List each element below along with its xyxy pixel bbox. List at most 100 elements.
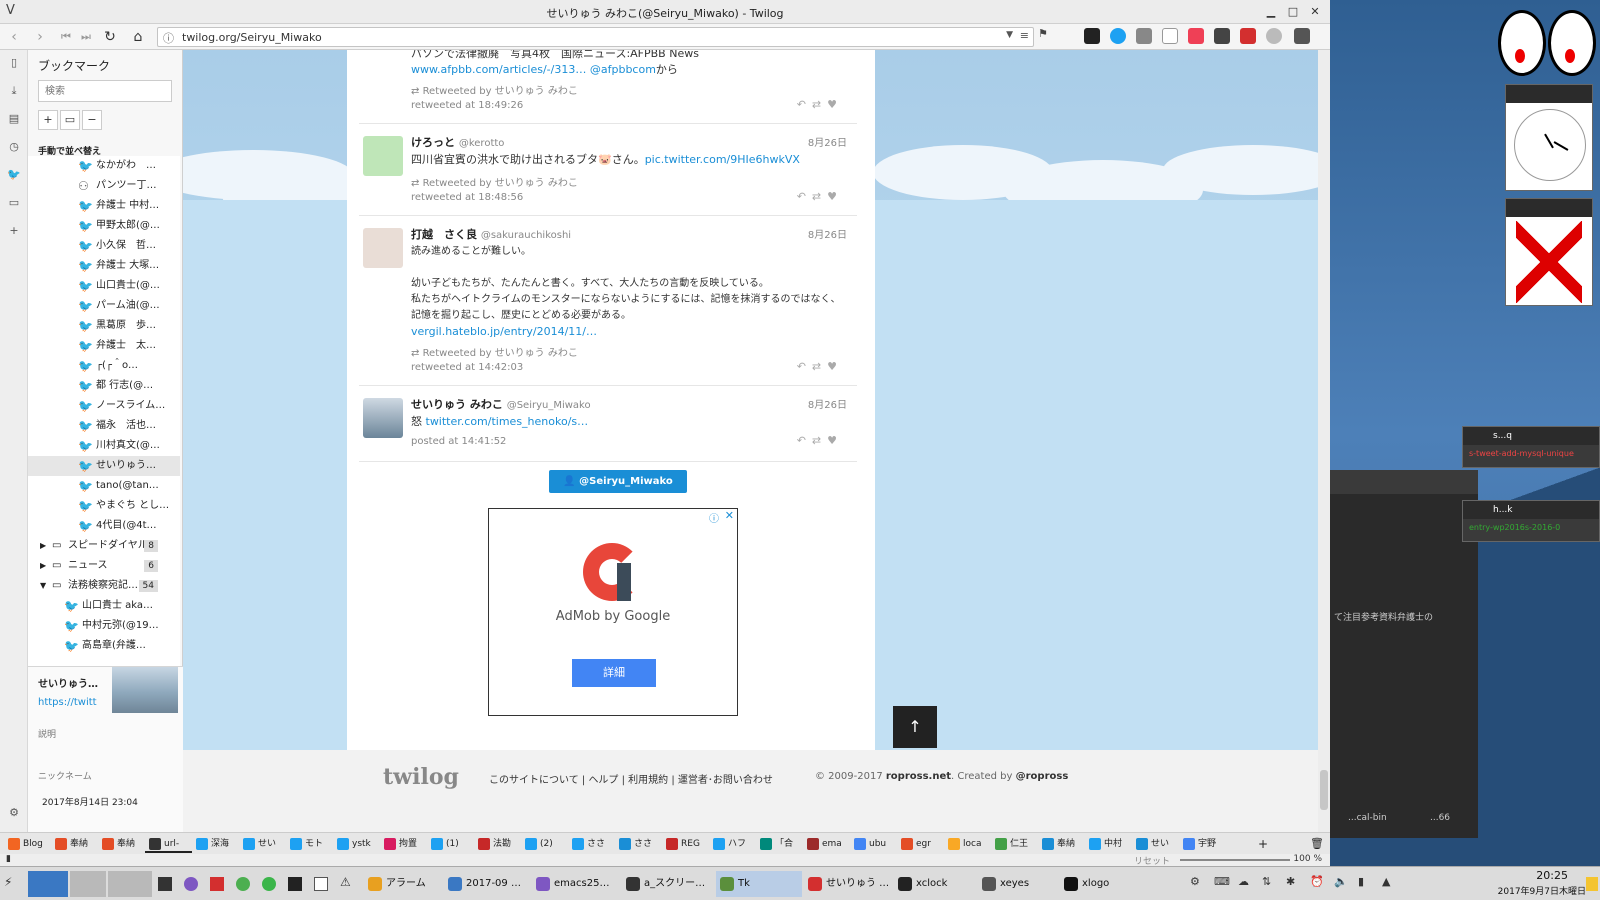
- browser-tab[interactable]: 宇野: [1179, 835, 1226, 853]
- add-panel-icon[interactable]: +: [5, 222, 23, 240]
- reply-icon[interactable]: ↶: [797, 360, 812, 373]
- dropdown-icon[interactable]: ▼: [1006, 30, 1013, 40]
- chevron-right-icon[interactable]: ▶: [40, 556, 46, 576]
- settings-gear-icon[interactable]: ⚙: [5, 804, 23, 822]
- browser-tab[interactable]: egr: [897, 835, 944, 853]
- bookmark-folder[interactable]: ▼ ▭ 法務検察宛記… 54: [28, 576, 180, 596]
- reader-view-icon[interactable]: ≡: [1020, 29, 1029, 42]
- address-bar[interactable]: ⓘ twilog.org/Seiryu_Miwako ▼ ≡: [157, 27, 1034, 47]
- remove-bookmark-button[interactable]: −: [82, 110, 102, 130]
- home-icon[interactable]: ⌂: [128, 27, 148, 47]
- launcher-icon[interactable]: [288, 877, 302, 891]
- tweet-date[interactable]: 8月26日: [808, 226, 847, 241]
- bookmark-folder[interactable]: ▶ ▭ ニュース 6: [28, 556, 180, 576]
- xclock-titlebar[interactable]: [1506, 85, 1592, 103]
- window-title[interactable]: s...q: [1463, 427, 1599, 445]
- keyboard-icon[interactable]: ⌨: [1214, 875, 1230, 888]
- close-icon[interactable]: ✕: [1306, 3, 1324, 21]
- bookmark-item[interactable]: 🐦 中村元弥(@19…: [28, 616, 180, 636]
- ad-info-icon[interactable]: ⓘ: [709, 510, 719, 525]
- tweet-author[interactable]: けろっと @kerotto: [411, 134, 504, 150]
- battery-icon[interactable]: ▮: [1358, 875, 1364, 888]
- bookmark-item[interactable]: 🐦 せいりゅう…: [28, 456, 180, 476]
- reload-icon[interactable]: ↻: [100, 27, 120, 47]
- pocket-icon[interactable]: [1188, 28, 1204, 44]
- browser-tab[interactable]: ささ: [615, 835, 662, 853]
- site-link[interactable]: ropross.net: [886, 771, 951, 782]
- bookmark-item[interactable]: 🐦 弁護士 中村…: [28, 196, 180, 216]
- launcher-icon[interactable]: ⚠: [340, 875, 351, 889]
- browser-tab[interactable]: 奉納: [51, 835, 98, 853]
- emacs-launcher-icon[interactable]: [184, 877, 198, 891]
- footer-link-about[interactable]: このサイトについて: [489, 775, 579, 786]
- tweet-time[interactable]: retweeted at 18:49:26: [411, 100, 523, 111]
- bookmark-item[interactable]: 🐦 小久保 哲…: [28, 236, 180, 256]
- browser-tab[interactable]: せい: [1132, 835, 1179, 853]
- bookmark-item[interactable]: 🐦 ┌(┌＾o…: [28, 356, 180, 376]
- bookmark-item[interactable]: 🐦 都 行志(@…: [28, 376, 180, 396]
- reply-icon[interactable]: ↶: [797, 98, 812, 111]
- tweet-link[interactable]: pic.twitter.com/9HIe6hwkVX: [645, 153, 800, 166]
- browser-tab[interactable]: Blog: [4, 835, 51, 853]
- bookmark-item[interactable]: 🐦 福永 活也…: [28, 416, 180, 436]
- rewind-icon[interactable]: ⏮: [56, 27, 76, 47]
- ad-details-button[interactable]: 詳細: [572, 659, 656, 687]
- terminal-window[interactable]: s...q s-tweet-add-mysql-unique: [1462, 426, 1600, 468]
- retweet-action-icon[interactable]: ⇄: [812, 98, 827, 111]
- workspace-2[interactable]: [70, 871, 106, 897]
- tray-arrow-icon[interactable]: ▲: [1382, 875, 1390, 888]
- bookmark-item[interactable]: 🐦 高島章(弁護…: [28, 636, 180, 656]
- bin-label[interactable]: ...cal-bin: [1348, 813, 1387, 823]
- site-info-icon[interactable]: ⓘ: [163, 30, 174, 46]
- forward-icon[interactable]: ›: [30, 27, 50, 47]
- ad-close-icon[interactable]: ✕: [725, 509, 734, 522]
- notes-icon[interactable]: ▤: [5, 110, 23, 128]
- browser-tab[interactable]: 仁王: [991, 835, 1038, 853]
- tweet-time[interactable]: retweeted at 18:48:56: [411, 192, 523, 203]
- trash-icon[interactable]: 🗑: [1310, 835, 1324, 853]
- scrollbar-thumb[interactable]: [1320, 770, 1328, 810]
- author-link[interactable]: @ropross: [1016, 771, 1069, 782]
- browser-tab[interactable]: url-: [145, 835, 192, 853]
- alarm-icon[interactable]: ⏰: [1310, 875, 1324, 888]
- tweet-link[interactable]: vergil.hateblo.jp/entry/2014/11/…: [411, 324, 851, 340]
- history-icon[interactable]: ◷: [5, 138, 23, 156]
- extension-icon[interactable]: [1162, 28, 1178, 44]
- fast-forward-icon[interactable]: ⏭: [76, 27, 96, 47]
- browser-tab[interactable]: (1): [427, 835, 474, 853]
- xlogo-titlebar[interactable]: [1506, 199, 1592, 217]
- vivaldi-launcher-icon[interactable]: [210, 877, 224, 891]
- zoom-slider[interactable]: [1180, 859, 1290, 861]
- bookmark-folder[interactable]: ▶ ▭ スピードダイヤル 8: [28, 536, 180, 556]
- bookmark-item[interactable]: 🐦 黒葛原 歩…: [28, 316, 180, 336]
- twitter-extension-icon[interactable]: [1110, 28, 1126, 44]
- maximize-icon[interactable]: □: [1284, 3, 1302, 21]
- chrome-launcher-icon[interactable]: [236, 877, 250, 891]
- advertisement[interactable]: ⓘ ✕ AdMob by Google 詳細: [488, 508, 738, 716]
- panel-toggle-icon[interactable]: ▮: [6, 854, 11, 864]
- browser-tab[interactable]: REG: [662, 835, 709, 853]
- tray-icon[interactable]: ⚙: [1190, 875, 1200, 888]
- browser-tab[interactable]: せい: [239, 835, 286, 853]
- workspace-1[interactable]: [28, 871, 68, 897]
- browser-tab[interactable]: ystk: [333, 835, 380, 853]
- extension-icon[interactable]: [1084, 28, 1100, 44]
- taskbar-item[interactable]: 2017-09 …: [444, 871, 530, 897]
- page-panel-icon[interactable]: ▭: [5, 194, 23, 212]
- bookmark-search-input[interactable]: [38, 80, 172, 102]
- zoom-reset[interactable]: リセット: [1134, 854, 1170, 866]
- add-bookmark-button[interactable]: +: [38, 110, 58, 130]
- tweet-link[interactable]: www.afpbb.com/articles/-/313…: [411, 63, 586, 76]
- extension-icon[interactable]: [1136, 28, 1152, 44]
- browser-tab[interactable]: loca: [944, 835, 991, 853]
- detail-url[interactable]: https://twitt: [38, 697, 97, 708]
- bookmark-item[interactable]: 🐦 山口貴士(@…: [28, 276, 180, 296]
- volume-icon[interactable]: 🔈: [1334, 875, 1348, 888]
- browser-tab[interactable]: 拘置: [380, 835, 427, 853]
- clock-date[interactable]: 2017年9月7日木曜日: [1498, 884, 1586, 897]
- bookmark-item[interactable]: 🐦 4代目(@4t…: [28, 516, 180, 536]
- notification-icon[interactable]: [1586, 877, 1598, 891]
- bookmark-item[interactable]: ⚇ パンツー丁…: [28, 176, 180, 196]
- back-icon[interactable]: ‹: [4, 27, 24, 47]
- footer-link-help[interactable]: ヘルプ: [588, 775, 618, 786]
